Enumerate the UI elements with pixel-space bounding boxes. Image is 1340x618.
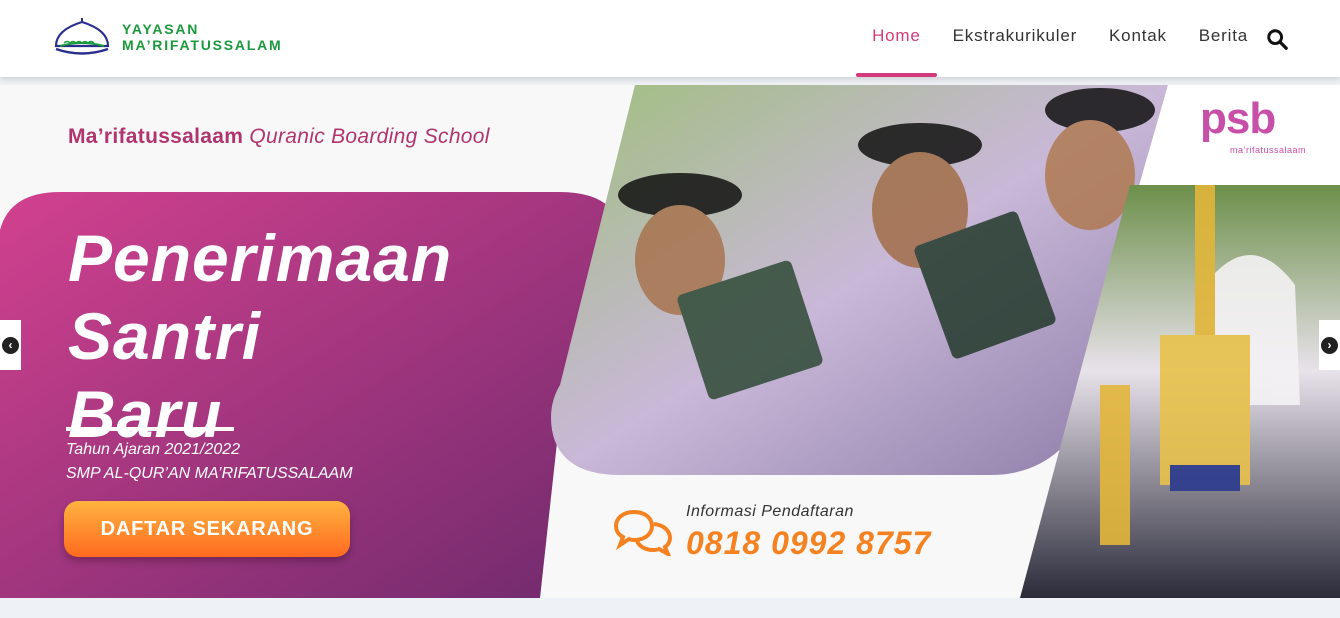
site-header: YAYASAN MA’RIFATUSSALAM Home Ekstrakurik…	[0, 0, 1340, 77]
psb-logo-subtitle: ma’rifatussalaam	[1230, 145, 1307, 155]
slider-prev-button[interactable]: ‹	[0, 320, 21, 370]
tagline-school-type: Quranic Boarding School	[249, 125, 490, 148]
psb-logo-word: psb	[1200, 94, 1276, 143]
mosque-dome-logo-icon	[54, 18, 110, 55]
register-now-button[interactable]: DAFTAR SEKARANG	[64, 501, 350, 557]
tagline-school-name: Ma’rifatussalaam	[68, 125, 244, 148]
slider-next-button[interactable]: ›	[1319, 320, 1340, 370]
logo-text-line1: YAYASAN	[122, 21, 200, 37]
main-nav: Home Ekstrakurikuler Kontak Berita	[840, 0, 1288, 77]
school-name-text: SMP AL-QUR’AN MA’RIFATUSSALAAM	[66, 465, 353, 482]
headline-underline	[66, 427, 234, 431]
chevron-left-icon: ‹	[2, 336, 19, 354]
hero-banner-slide[interactable]: Ma’rifatussalaam Quranic Boarding School…	[0, 85, 1340, 598]
logo-text-line2: MA’RIFATUSSALAM	[122, 37, 283, 53]
banner-headline: Penerimaan Santri Baru	[68, 219, 452, 453]
chevron-right-icon: ›	[1321, 336, 1338, 354]
nav-home[interactable]: Home	[856, 0, 937, 77]
site-logo[interactable]: YAYASAN MA’RIFATUSSALAM	[52, 16, 283, 58]
registration-info-label: Informasi Pendaftaran	[686, 503, 854, 520]
headline-line1: Penerimaan	[68, 221, 453, 295]
nav-kontak[interactable]: Kontak	[1109, 0, 1167, 77]
nav-ekstrakurikuler[interactable]: Ekstrakurikuler	[953, 0, 1077, 77]
headline-line2: Santri	[68, 299, 262, 373]
academic-year-text: Tahun Ajaran 2021/2022	[66, 441, 241, 458]
page-background-strip	[0, 598, 1340, 618]
banner-tagline: Ma’rifatussalaam Quranic Boarding School	[68, 125, 490, 149]
registration-phone-number: 0818 0992 8757	[686, 525, 932, 561]
psb-logo: psb ma’rifatussalaam	[1184, 87, 1322, 165]
chat-bubbles-icon	[614, 509, 672, 556]
search-icon[interactable]	[1266, 28, 1288, 50]
nav-berita[interactable]: Berita	[1199, 0, 1248, 77]
